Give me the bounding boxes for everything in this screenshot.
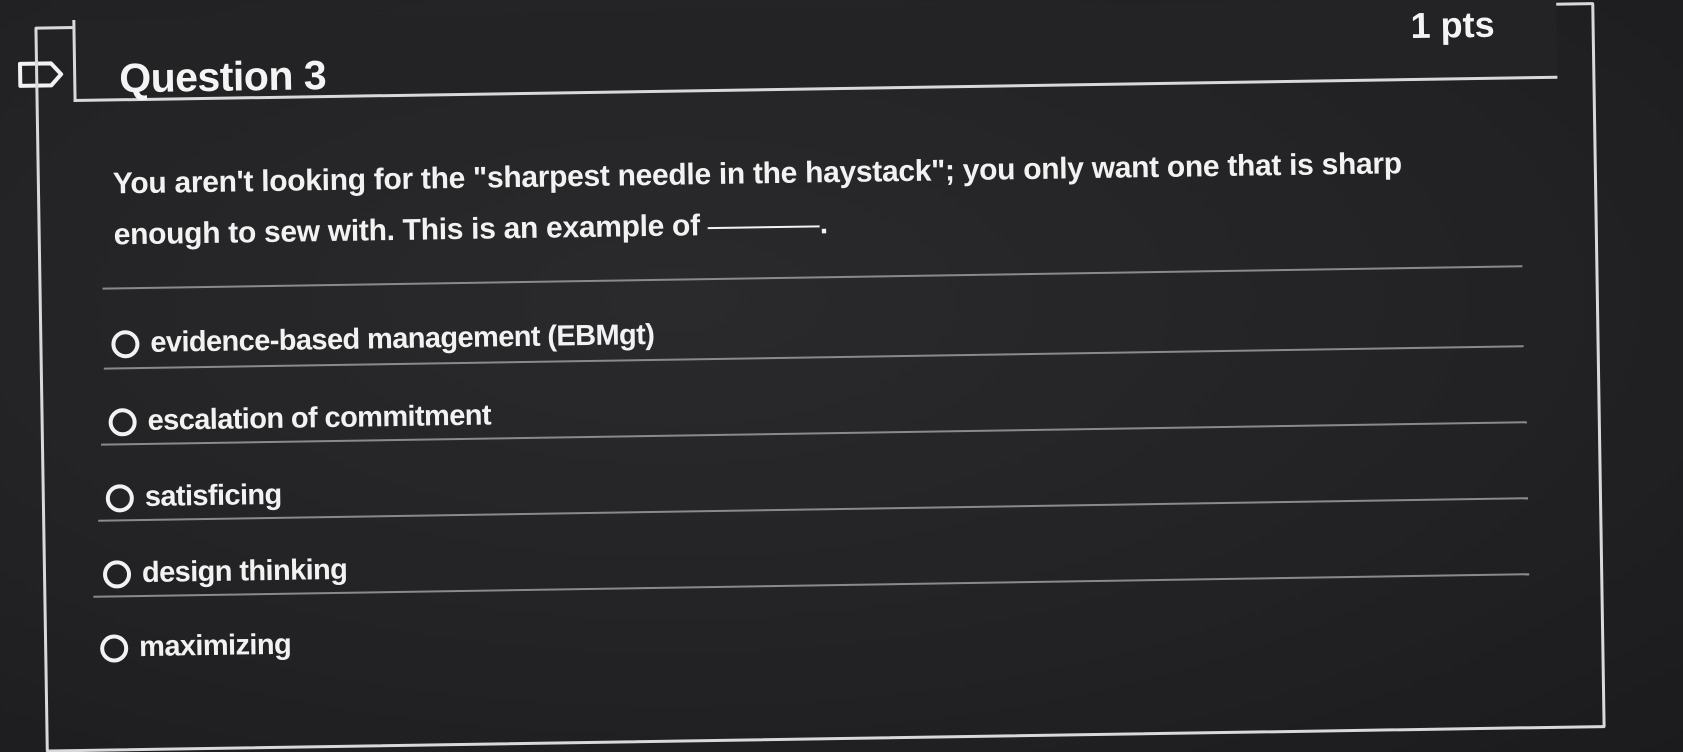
radio-unchecked-icon[interactable] [99, 633, 129, 663]
radio-unchecked-icon[interactable] [102, 559, 132, 589]
radio-unchecked-icon[interactable] [111, 329, 140, 358]
quiz-tilted-view: Question 3 1 pts You aren't looking for … [0, 0, 1683, 752]
answer-option[interactable]: satisficing [105, 478, 282, 515]
answer-label: maximizing [138, 628, 292, 664]
quiz-screen: Question 3 1 pts You aren't looking for … [0, 0, 1683, 752]
question-points: 1 pts [1410, 3, 1495, 47]
question-prompt-text: You aren't looking for the "sharpest nee… [112, 147, 1403, 252]
radio-unchecked-icon[interactable] [108, 407, 137, 437]
answer-option[interactable]: escalation of commitment [108, 400, 491, 439]
answer-option[interactable]: maximizing [99, 628, 292, 665]
question-prompt-end: . [819, 207, 829, 241]
answer-option[interactable]: design thinking [102, 553, 348, 591]
question-prompt: You aren't looking for the "sharpest nee… [112, 137, 1473, 260]
answer-label: design thinking [141, 553, 348, 590]
answer-label: satisficing [144, 478, 282, 513]
answer-label: escalation of commitment [147, 399, 492, 437]
radio-unchecked-icon[interactable] [105, 483, 135, 513]
question-title: Question 3 [118, 52, 327, 102]
fill-in-blank [707, 225, 820, 230]
